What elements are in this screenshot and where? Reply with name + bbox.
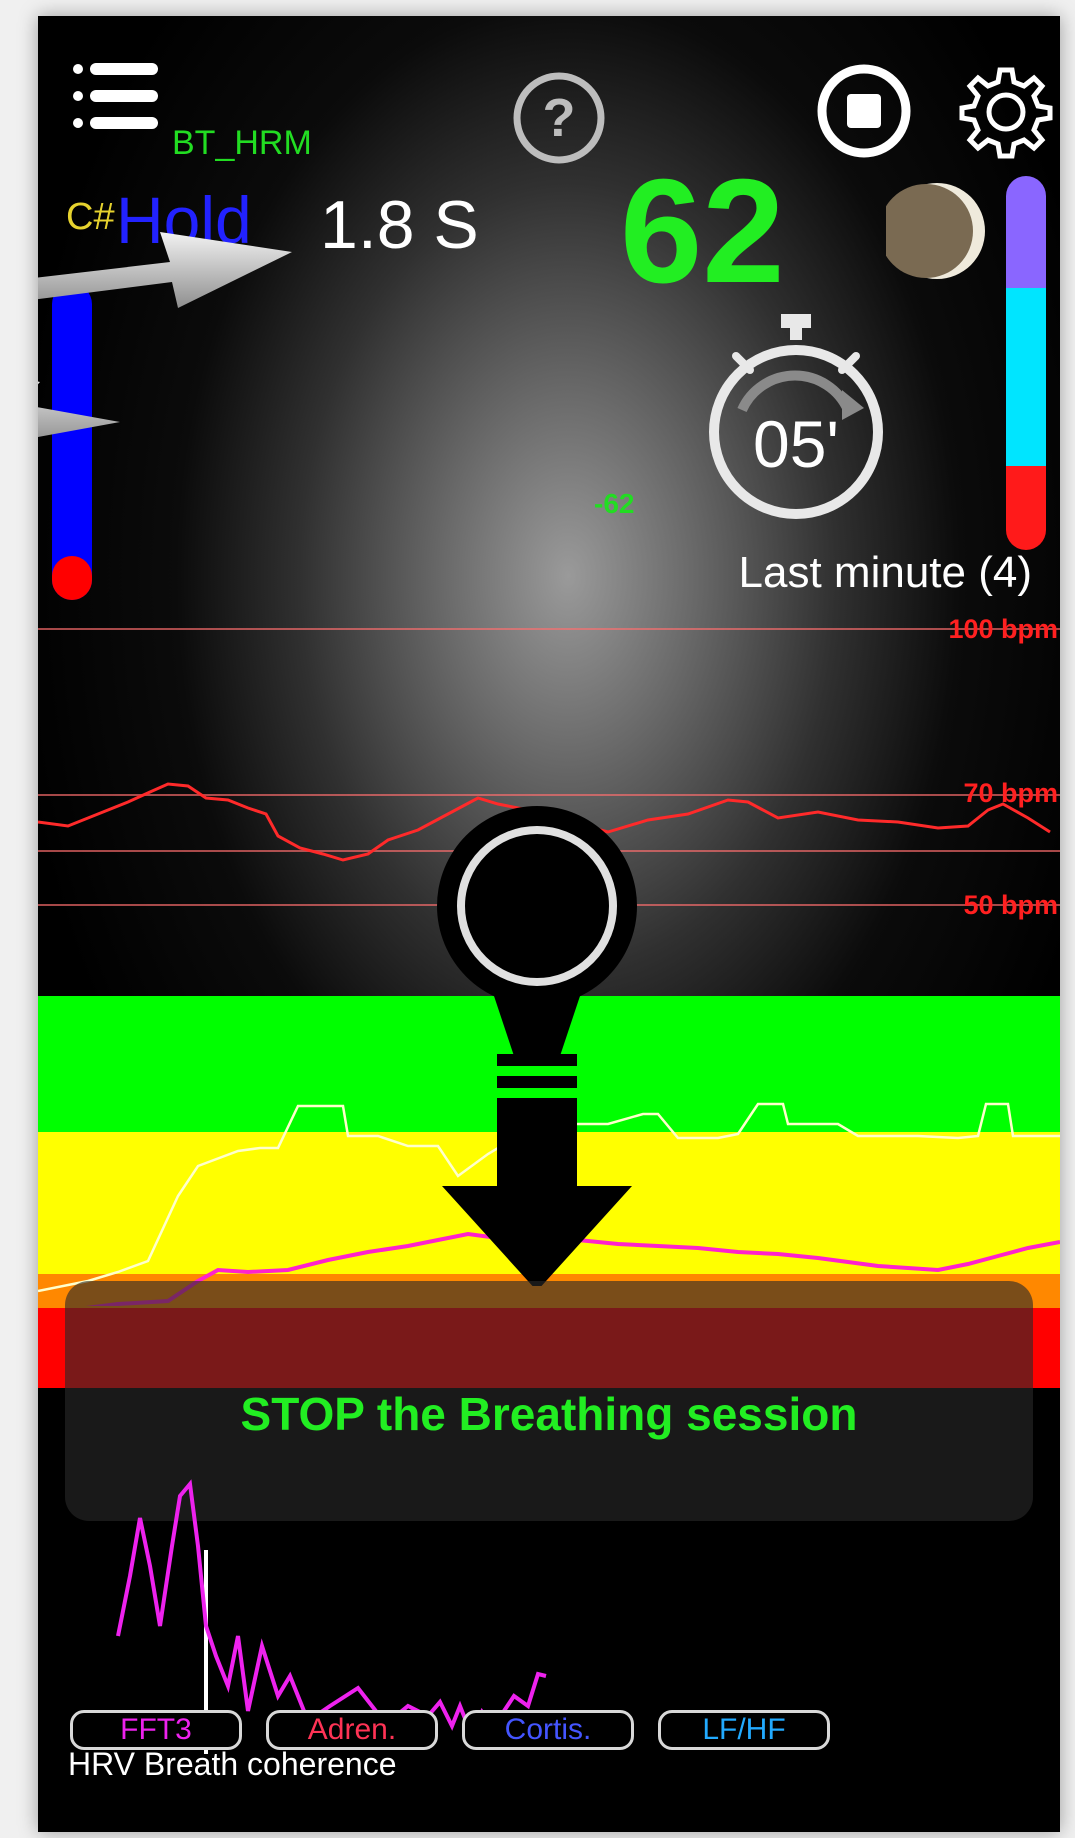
- moon-phase-icon: [886, 183, 985, 279]
- gauge-segment-bottom: [1006, 466, 1046, 550]
- threshold-label-upper: 100 bpm: [948, 614, 1058, 644]
- timer-label: 05': [752, 407, 839, 481]
- hamburger-menu-icon[interactable]: [72, 53, 160, 143]
- annotation-arrows: [38, 232, 292, 438]
- tab-fft3[interactable]: FFT3: [70, 1710, 242, 1750]
- threshold-line-upper: [38, 628, 1060, 630]
- svg-text:?: ?: [543, 88, 576, 148]
- session-timer: 05': [696, 310, 896, 530]
- threshold-label-lower: 50 bpm: [963, 890, 1058, 920]
- question-mark-icon[interactable]: ?: [511, 70, 607, 166]
- tab-cortis[interactable]: Cortis.: [462, 1710, 634, 1750]
- gauge-segment-middle: [1006, 288, 1046, 466]
- last-minute-label: Last minute (4): [738, 548, 1032, 597]
- tab-lf-hf[interactable]: LF/HF: [658, 1710, 830, 1750]
- gear-icon[interactable]: [956, 62, 1056, 162]
- stop-session-label: STOP the Breathing session: [240, 1388, 858, 1440]
- coherence-label: HRV Breath coherence: [68, 1746, 397, 1782]
- stress-gauge: [1006, 176, 1046, 550]
- app-screen: 100 bpm 70 bpm 50 bpm STOP the Breathing…: [38, 16, 1060, 1832]
- breath-exhale-arrow-icon: [437, 806, 637, 1291]
- heart-rate-value: 62: [620, 149, 785, 314]
- breath-duration: 1.8 S: [320, 187, 479, 263]
- breath-indicator: [434, 806, 640, 1291]
- tab-adren[interactable]: Adren.: [266, 1710, 438, 1750]
- stop-icon[interactable]: [815, 62, 913, 160]
- device-name: BT_HRM: [172, 124, 312, 162]
- gauge-segment-top: [1006, 176, 1046, 288]
- heart-rate-delta: -62: [594, 488, 635, 519]
- breath-level-fill: [52, 556, 92, 600]
